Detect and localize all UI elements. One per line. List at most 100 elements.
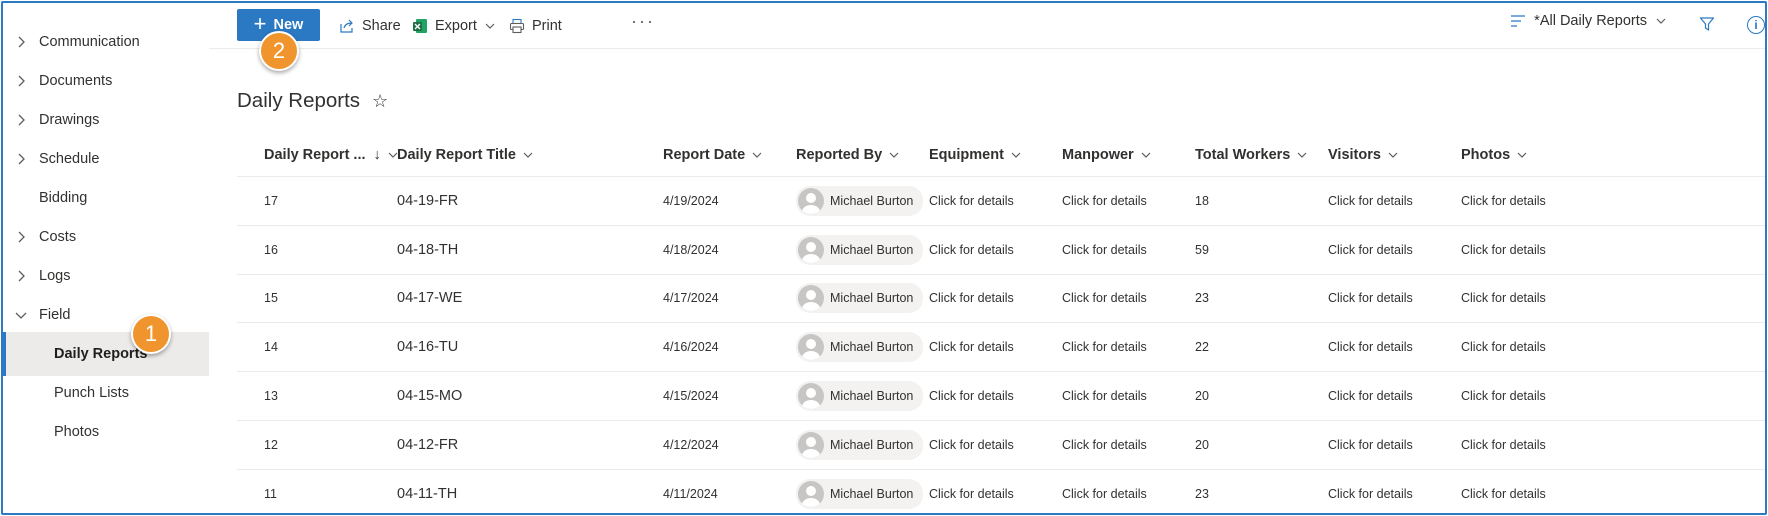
cell-title[interactable]: 04-12-FR xyxy=(397,437,458,453)
sidebar-item-photos[interactable]: Photos xyxy=(3,410,209,454)
cell-report-date: 4/12/2024 xyxy=(663,437,719,452)
sidebar-item-communication[interactable]: Communication xyxy=(3,20,209,64)
chevron-down-icon xyxy=(1656,18,1666,24)
column-header-total-workers[interactable]: Total Workers xyxy=(1195,147,1308,163)
cell-title[interactable]: 04-11-TH xyxy=(397,486,457,502)
cell-manpower[interactable]: Click for details xyxy=(1062,194,1147,208)
cell-reported-by[interactable]: Michael Burton xyxy=(796,429,924,460)
cell-reported-by[interactable]: Michael Burton xyxy=(796,332,924,363)
print-button[interactable]: Print xyxy=(509,13,562,39)
cell-reported-by[interactable]: Michael Burton xyxy=(796,283,924,314)
cell-equipment[interactable]: Click for details xyxy=(929,194,1014,208)
print-icon xyxy=(509,18,525,34)
cell-title[interactable]: 04-17-WE xyxy=(397,290,462,306)
sidebar-item-logs[interactable]: Logs xyxy=(3,254,209,298)
callout-badge-1: 1 xyxy=(131,314,171,354)
column-header-photos[interactable]: Photos xyxy=(1461,147,1528,163)
column-header-reported-by[interactable]: Reported By xyxy=(796,147,900,163)
person-chip[interactable]: Michael Burton xyxy=(796,283,924,314)
print-button-label: Print xyxy=(532,18,562,34)
cell-photos[interactable]: Click for details xyxy=(1461,291,1546,305)
column-header-report-date[interactable]: Report Date xyxy=(663,147,763,163)
cell-title[interactable]: 04-18-TH xyxy=(397,242,458,258)
cell-id: 15 xyxy=(264,291,278,306)
chevron-down-icon xyxy=(752,152,762,158)
column-header-label: Photos xyxy=(1461,147,1511,163)
cell-photos[interactable]: Click for details xyxy=(1461,487,1546,501)
cell-title[interactable]: 04-15-MO xyxy=(397,388,462,404)
person-chip[interactable]: Michael Burton xyxy=(796,429,924,460)
cell-manpower[interactable]: Click for details xyxy=(1062,487,1147,501)
column-header-visitors[interactable]: Visitors xyxy=(1328,147,1399,163)
view-selector[interactable]: *All Daily Reports xyxy=(1510,13,1667,29)
sidebar-item-documents[interactable]: Documents xyxy=(3,59,209,103)
share-button[interactable]: Share xyxy=(339,13,401,39)
sidebar-item-daily-reports[interactable]: Daily Reports xyxy=(3,332,209,376)
cell-title[interactable]: 04-19-FR xyxy=(397,193,458,209)
favorite-star-icon[interactable]: ☆ xyxy=(372,91,388,112)
cell-reported-by[interactable]: Michael Burton xyxy=(796,185,924,216)
sidebar-item-schedule[interactable]: Schedule xyxy=(3,137,209,181)
table-row[interactable]: 14 04-16-TU 4/16/2024 Michael Burton Click f… xyxy=(237,323,1765,373)
cell-photos[interactable]: Click for details xyxy=(1461,340,1546,354)
cell-equipment[interactable]: Click for details xyxy=(929,340,1014,354)
cell-equipment[interactable]: Click for details xyxy=(929,243,1014,257)
column-header-manpower[interactable]: Manpower xyxy=(1062,147,1152,163)
person-chip[interactable]: Michael Burton xyxy=(796,381,924,412)
cell-total-workers: 23 xyxy=(1195,486,1209,501)
cell-visitors[interactable]: Click for details xyxy=(1328,389,1413,403)
column-header-title[interactable]: Daily Report Title xyxy=(397,147,534,163)
table-row[interactable]: 11 04-11-TH 4/11/2024 Michael Burton Click f… xyxy=(237,470,1765,513)
person-chip[interactable]: Michael Burton xyxy=(796,478,924,509)
more-options-button[interactable]: ··· xyxy=(631,11,655,32)
table-row[interactable]: 17 04-19-FR 4/19/2024 Michael Burton Click f… xyxy=(237,177,1765,226)
cell-visitors[interactable]: Click for details xyxy=(1328,487,1413,501)
app-frame: Communication Documents Drawings Schedul… xyxy=(1,1,1767,515)
sidebar-item-costs[interactable]: Costs xyxy=(3,215,209,259)
table-row[interactable]: 15 04-17-WE 4/17/2024 Michael Burton Click f… xyxy=(237,275,1765,324)
person-chip[interactable]: Michael Burton xyxy=(796,234,924,265)
daily-reports-list: Daily Report ... ↓ Daily Report Title Re… xyxy=(237,135,1765,513)
list-body: 17 04-19-FR 4/19/2024 Michael Burton Click f… xyxy=(237,177,1765,513)
cell-title[interactable]: 04-16-TU xyxy=(397,339,458,355)
sidebar-item-bidding[interactable]: Bidding xyxy=(3,176,209,220)
cell-manpower[interactable]: Click for details xyxy=(1062,389,1147,403)
person-chip[interactable]: Michael Burton xyxy=(796,332,924,363)
cell-photos[interactable]: Click for details xyxy=(1461,243,1546,257)
cell-manpower[interactable]: Click for details xyxy=(1062,243,1147,257)
cell-photos[interactable]: Click for details xyxy=(1461,438,1546,452)
cell-reported-by[interactable]: Michael Burton xyxy=(796,381,924,412)
cell-manpower[interactable]: Click for details xyxy=(1062,340,1147,354)
sidebar-item-punch-lists[interactable]: Punch Lists xyxy=(3,371,209,415)
cell-equipment[interactable]: Click for details xyxy=(929,487,1014,501)
cell-visitors[interactable]: Click for details xyxy=(1328,340,1413,354)
person-name: Michael Burton xyxy=(830,486,914,501)
cell-manpower[interactable]: Click for details xyxy=(1062,438,1147,452)
person-chip[interactable]: Michael Burton xyxy=(796,185,924,216)
table-row[interactable]: 13 04-15-MO 4/15/2024 Michael Burton Click f… xyxy=(237,372,1765,421)
filter-icon[interactable] xyxy=(1699,16,1715,32)
cell-manpower[interactable]: Click for details xyxy=(1062,291,1147,305)
column-header-daily-report-id[interactable]: Daily Report ... ↓ xyxy=(264,147,399,163)
cell-reported-by[interactable]: Michael Burton xyxy=(796,234,924,265)
cell-equipment[interactable]: Click for details xyxy=(929,438,1014,452)
cell-visitors[interactable]: Click for details xyxy=(1328,194,1413,208)
export-button[interactable]: Export xyxy=(412,13,496,39)
cell-photos[interactable]: Click for details xyxy=(1461,389,1546,403)
table-row[interactable]: 16 04-18-TH 4/18/2024 Michael Burton Click f… xyxy=(237,226,1765,275)
sidebar-item-label: Communication xyxy=(39,34,140,50)
sidebar-item-label: Field xyxy=(39,307,71,323)
cell-visitors[interactable]: Click for details xyxy=(1328,243,1413,257)
cell-equipment[interactable]: Click for details xyxy=(929,389,1014,403)
cell-equipment[interactable]: Click for details xyxy=(929,291,1014,305)
column-header-label: Equipment xyxy=(929,147,1004,163)
column-header-equipment[interactable]: Equipment xyxy=(929,147,1022,163)
sidebar-item-drawings[interactable]: Drawings xyxy=(3,98,209,142)
table-row[interactable]: 12 04-12-FR 4/12/2024 Michael Burton Click f… xyxy=(237,421,1765,470)
cell-photos[interactable]: Click for details xyxy=(1461,194,1546,208)
info-icon[interactable]: i xyxy=(1747,16,1765,34)
cell-visitors[interactable]: Click for details xyxy=(1328,438,1413,452)
cell-visitors[interactable]: Click for details xyxy=(1328,291,1413,305)
cell-reported-by[interactable]: Michael Burton xyxy=(796,478,924,509)
sidebar-item-field[interactable]: Field xyxy=(3,293,209,337)
